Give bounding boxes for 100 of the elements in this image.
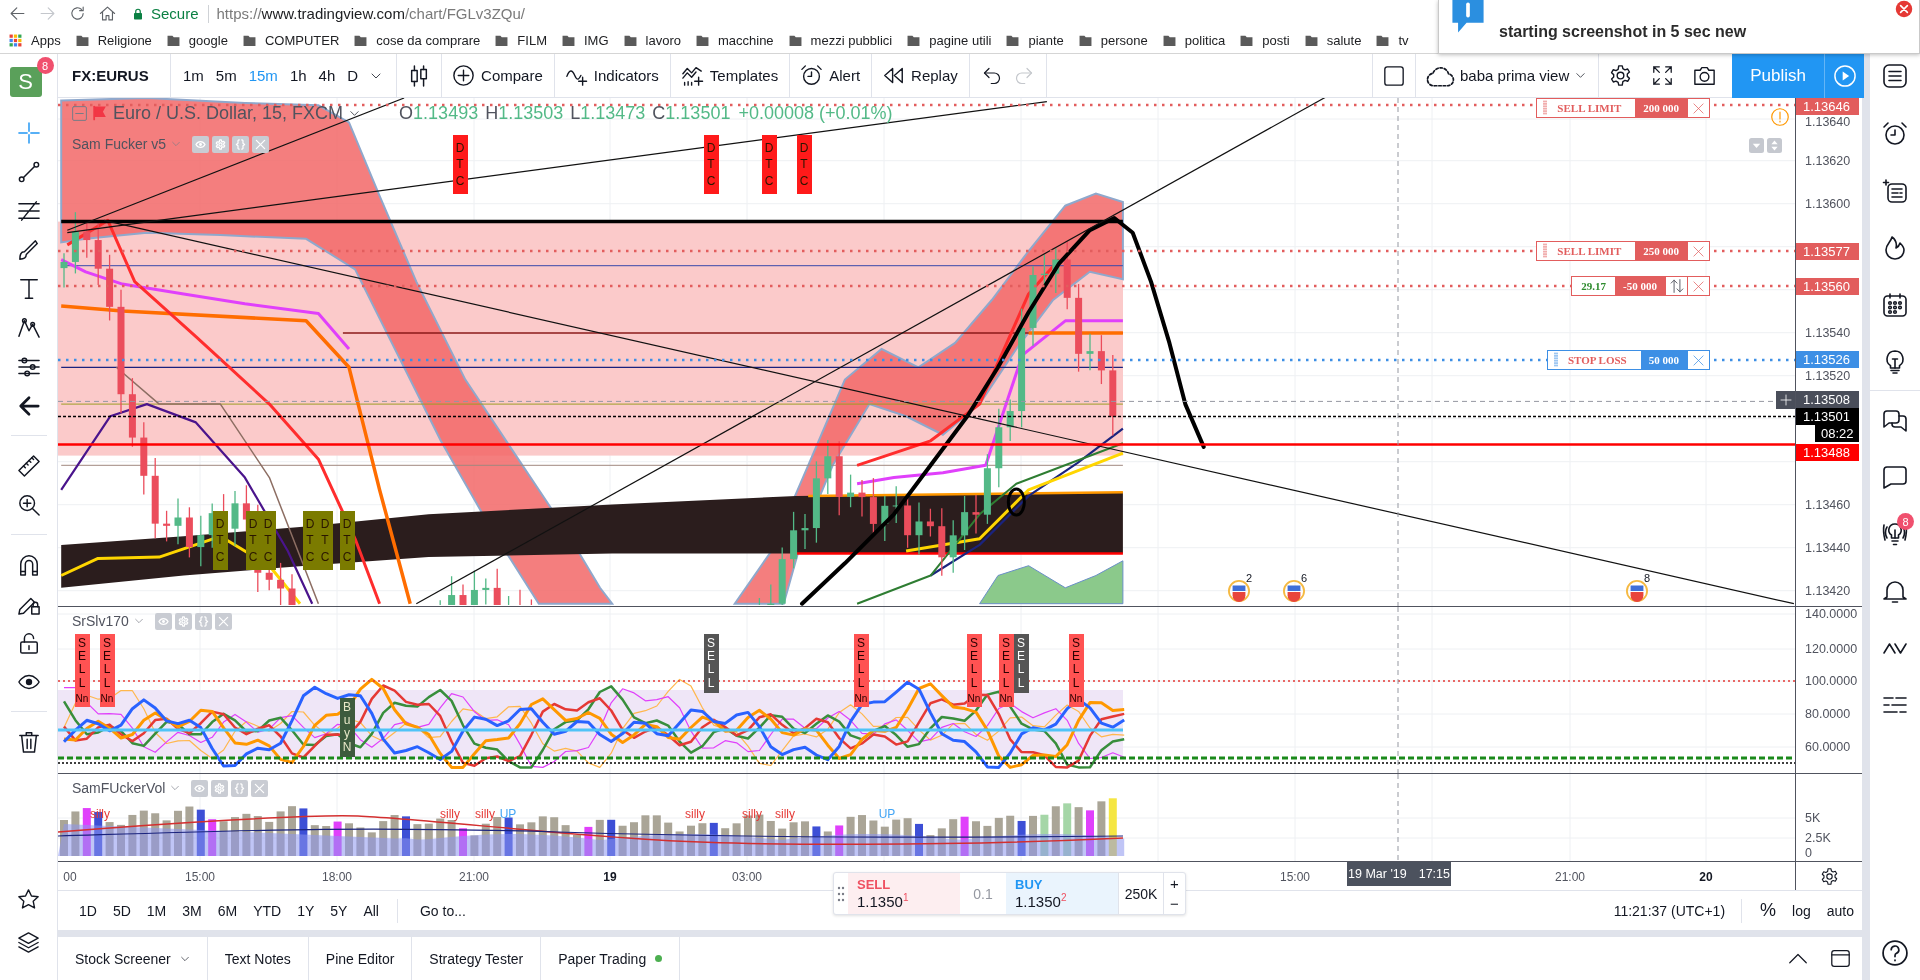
interval-button[interactable]: D — [341, 53, 365, 98]
window-icon[interactable] — [1831, 949, 1850, 968]
range-button[interactable]: 1Y — [289, 891, 323, 930]
lightbulb-icon[interactable] — [1883, 349, 1907, 374]
scale-button[interactable]: log — [1784, 891, 1819, 930]
range-button[interactable]: 5Y — [322, 891, 356, 930]
url-text[interactable]: https://www.tradingview.com/chart/FGLv3ZQu/ — [208, 5, 525, 22]
quantity-field[interactable]: 250K — [1118, 873, 1163, 914]
bookmark[interactable]: piante — [1006, 29, 1064, 51]
decrease-button[interactable]: − — [1164, 893, 1185, 914]
bookmark[interactable]: lavoro — [623, 29, 681, 51]
arrow-left-icon[interactable] — [17, 394, 40, 417]
interval-button[interactable]: 1h — [283, 53, 313, 98]
range-button[interactable]: 6M — [209, 891, 246, 930]
text-icon[interactable] — [17, 277, 40, 300]
bookmark[interactable]: FILM — [495, 29, 547, 51]
fullscreen-icon[interactable] — [1653, 66, 1673, 85]
play-button[interactable] — [1824, 53, 1864, 98]
panel-tab[interactable]: Paper Trading — [541, 937, 681, 980]
close-icon[interactable] — [1895, 0, 1913, 18]
trend-line-icon[interactable] — [17, 160, 40, 183]
timezone-clock[interactable]: 11:21:37 (UTC+1) — [1613, 902, 1726, 919]
interval-button[interactable]: 4h — [312, 53, 342, 98]
order-widget[interactable]: SELL LIMIT 250 000 — [1536, 241, 1710, 261]
bookmark[interactable]: cose da comprare — [354, 29, 481, 51]
range-button[interactable]: YTD — [245, 891, 290, 930]
ruler-icon[interactable] — [17, 454, 40, 477]
panel-tab[interactable]: Stock Screener — [58, 937, 208, 980]
bookmark[interactable]: pagine utili — [907, 29, 992, 51]
chat-bubble-icon[interactable] — [1883, 464, 1907, 489]
scale-button[interactable]: % — [1752, 891, 1785, 930]
order-widget[interactable]: SELL LIMIT 200 000 — [1536, 98, 1710, 118]
chat-bubbles-icon[interactable] — [1883, 407, 1907, 432]
settings-icon[interactable] — [1820, 867, 1838, 885]
parallel-lines-icon[interactable] — [17, 199, 40, 222]
back-icon[interactable] — [8, 5, 26, 22]
range-button[interactable]: 5D — [104, 891, 139, 930]
bookmark[interactable]: salute — [1304, 29, 1362, 51]
square-icon[interactable] — [1384, 65, 1404, 86]
event-flag-icon[interactable] — [1228, 580, 1250, 602]
bookmark[interactable]: tv — [1376, 29, 1409, 51]
interval-button[interactable]: 5m — [209, 53, 243, 98]
symbol-input[interactable]: FX:EURUS — [58, 53, 171, 98]
indicators-button[interactable]: Indicators — [554, 53, 671, 98]
notes-icon[interactable] — [1883, 178, 1907, 203]
panel-tab[interactable]: Text Notes — [207, 937, 309, 980]
replay-button[interactable]: Replay — [872, 53, 970, 98]
compare-button[interactable]: Compare — [442, 53, 555, 98]
camera-icon[interactable] — [1694, 65, 1716, 86]
star-icon[interactable] — [18, 889, 39, 910]
bell-icon[interactable] — [1883, 578, 1907, 603]
drag-handle-icon[interactable] — [1543, 244, 1548, 258]
indicator-name[interactable]: SrSlv170 — [72, 613, 129, 629]
bookmark[interactable]: IMG — [561, 29, 609, 51]
bookmark[interactable]: persone — [1078, 29, 1148, 51]
list-icon[interactable] — [1883, 64, 1907, 88]
unlock-icon[interactable] — [17, 631, 40, 654]
brush-icon[interactable] — [17, 238, 40, 261]
settings-icon[interactable] — [1610, 65, 1632, 86]
bookmark[interactable]: google — [166, 29, 228, 51]
order-widget[interactable]: STOP LOSS 50 000 — [1546, 350, 1710, 370]
bookmark[interactable]: Religione — [75, 29, 152, 51]
zoom-in-icon[interactable] — [17, 493, 40, 516]
magnet-icon[interactable] — [17, 553, 40, 576]
event-flag-icon[interactable] — [1626, 580, 1648, 602]
increase-button[interactable]: + — [1164, 873, 1185, 894]
dotted-lines-icon[interactable] — [17, 355, 40, 378]
range-button[interactable]: All — [355, 891, 387, 930]
layers-icon[interactable] — [18, 932, 39, 953]
indicator-name[interactable]: SamFUckerVol — [72, 780, 166, 796]
drag-handle-icon[interactable] — [837, 885, 845, 902]
reload-icon[interactable] — [68, 5, 86, 22]
bookmark[interactable]: mezzi pubblici — [788, 29, 893, 51]
trash-icon[interactable] — [17, 730, 40, 753]
alarm-clock-icon[interactable] — [1883, 121, 1907, 146]
bookmark[interactable]: posti — [1240, 29, 1290, 51]
buy-button[interactable]: BUY 1.1350$^{2}$ — [1006, 873, 1118, 914]
flame-icon[interactable] — [1883, 235, 1907, 260]
calendar-icon[interactable] — [1883, 292, 1907, 317]
drag-handle-icon[interactable] — [1553, 353, 1558, 367]
range-button[interactable]: 1D — [71, 891, 105, 930]
sell-button[interactable]: SELL 1.1350$^{1}$ — [848, 873, 960, 914]
templates-button[interactable]: Templates — [670, 53, 791, 98]
reverse-arrows-icon[interactable] — [1669, 279, 1684, 293]
bookmark[interactable]: COMPUTER — [242, 29, 340, 51]
drag-handle-icon[interactable] — [1543, 101, 1548, 115]
alert-button[interactable]: Alert — [790, 53, 873, 98]
help-icon[interactable] — [1882, 940, 1908, 966]
zigzag-icon[interactable] — [17, 316, 40, 339]
panel-tab[interactable]: Pine Editor — [308, 937, 413, 980]
order-widget[interactable]: 29.17 -50 000 — [1571, 276, 1710, 296]
undo-icon[interactable] — [982, 66, 1001, 85]
bookmark[interactable]: macchine — [695, 29, 774, 51]
add-order-button[interactable] — [1776, 391, 1795, 409]
home-icon[interactable] — [98, 5, 116, 22]
goto-button[interactable]: Go to... — [408, 891, 478, 930]
panel-tab[interactable]: Strategy Tester — [412, 937, 542, 980]
interval-button[interactable]: 1m — [177, 53, 210, 98]
range-button[interactable]: 3M — [174, 891, 210, 930]
bookmark[interactable]: politica — [1162, 29, 1226, 51]
